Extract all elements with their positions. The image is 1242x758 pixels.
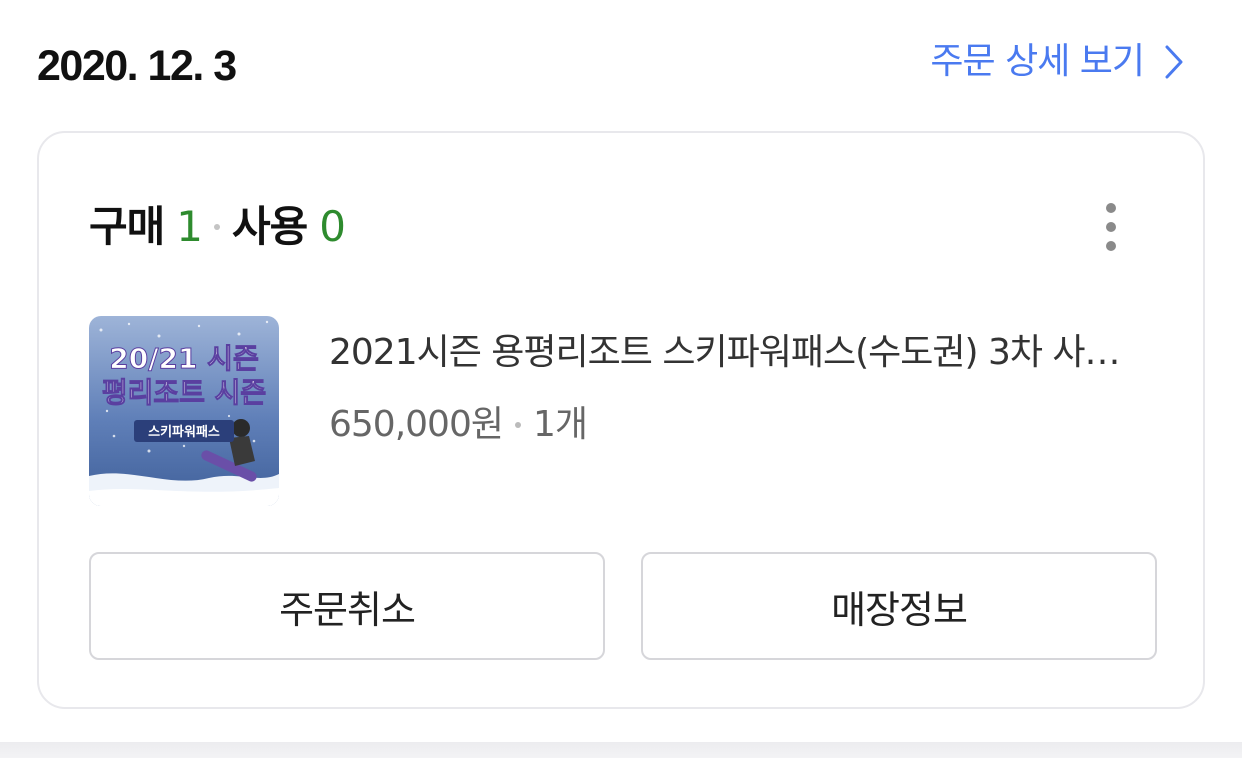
- use-count: 0: [319, 202, 346, 251]
- thumbnail-line2: 평리조트 시즌: [102, 376, 266, 409]
- purchase-count: 1: [176, 202, 203, 251]
- purchase-label: 구매: [89, 202, 165, 251]
- product-quantity: 1개: [533, 404, 588, 445]
- thumbnail-line3: 스키파워패스: [148, 425, 220, 440]
- product-thumbnail[interactable]: 20/21 시즌 평리조트 시즌 스키파워패스: [89, 316, 279, 506]
- separator-dot: [515, 422, 521, 428]
- thumbnail-line1: 20/21 시즌: [109, 342, 258, 375]
- store-info-button[interactable]: 매장정보: [641, 552, 1157, 660]
- usage-summary: 구매 1 사용 0: [89, 201, 346, 253]
- product-name[interactable]: 2021시즌 용평리조트 스키파워패스(수도권) 3차 사전판매: [329, 329, 1139, 377]
- product-meta: 650,000원 1개: [329, 401, 588, 449]
- separator-dot: [214, 224, 221, 230]
- order-date: 2020. 12. 3: [37, 42, 237, 90]
- order-card: 구매 1 사용 0 20/21 시즌 평리조트 시즌 스키파워패스 2021시즌…: [37, 131, 1205, 709]
- order-detail-link-label: 주문 상세 보기: [930, 41, 1145, 82]
- product-price: 650,000원: [329, 404, 504, 445]
- section-divider: [0, 742, 1242, 758]
- use-label: 사용: [232, 202, 308, 251]
- order-detail-link[interactable]: 주문 상세 보기: [930, 38, 1184, 86]
- order-history-page: 2020. 12. 3 주문 상세 보기 구매 1 사용 0 20/21 시즌 …: [0, 0, 1242, 758]
- chevron-right-icon: [1164, 45, 1184, 79]
- more-vertical-icon[interactable]: [1101, 203, 1121, 251]
- cancel-order-button[interactable]: 주문취소: [89, 552, 605, 660]
